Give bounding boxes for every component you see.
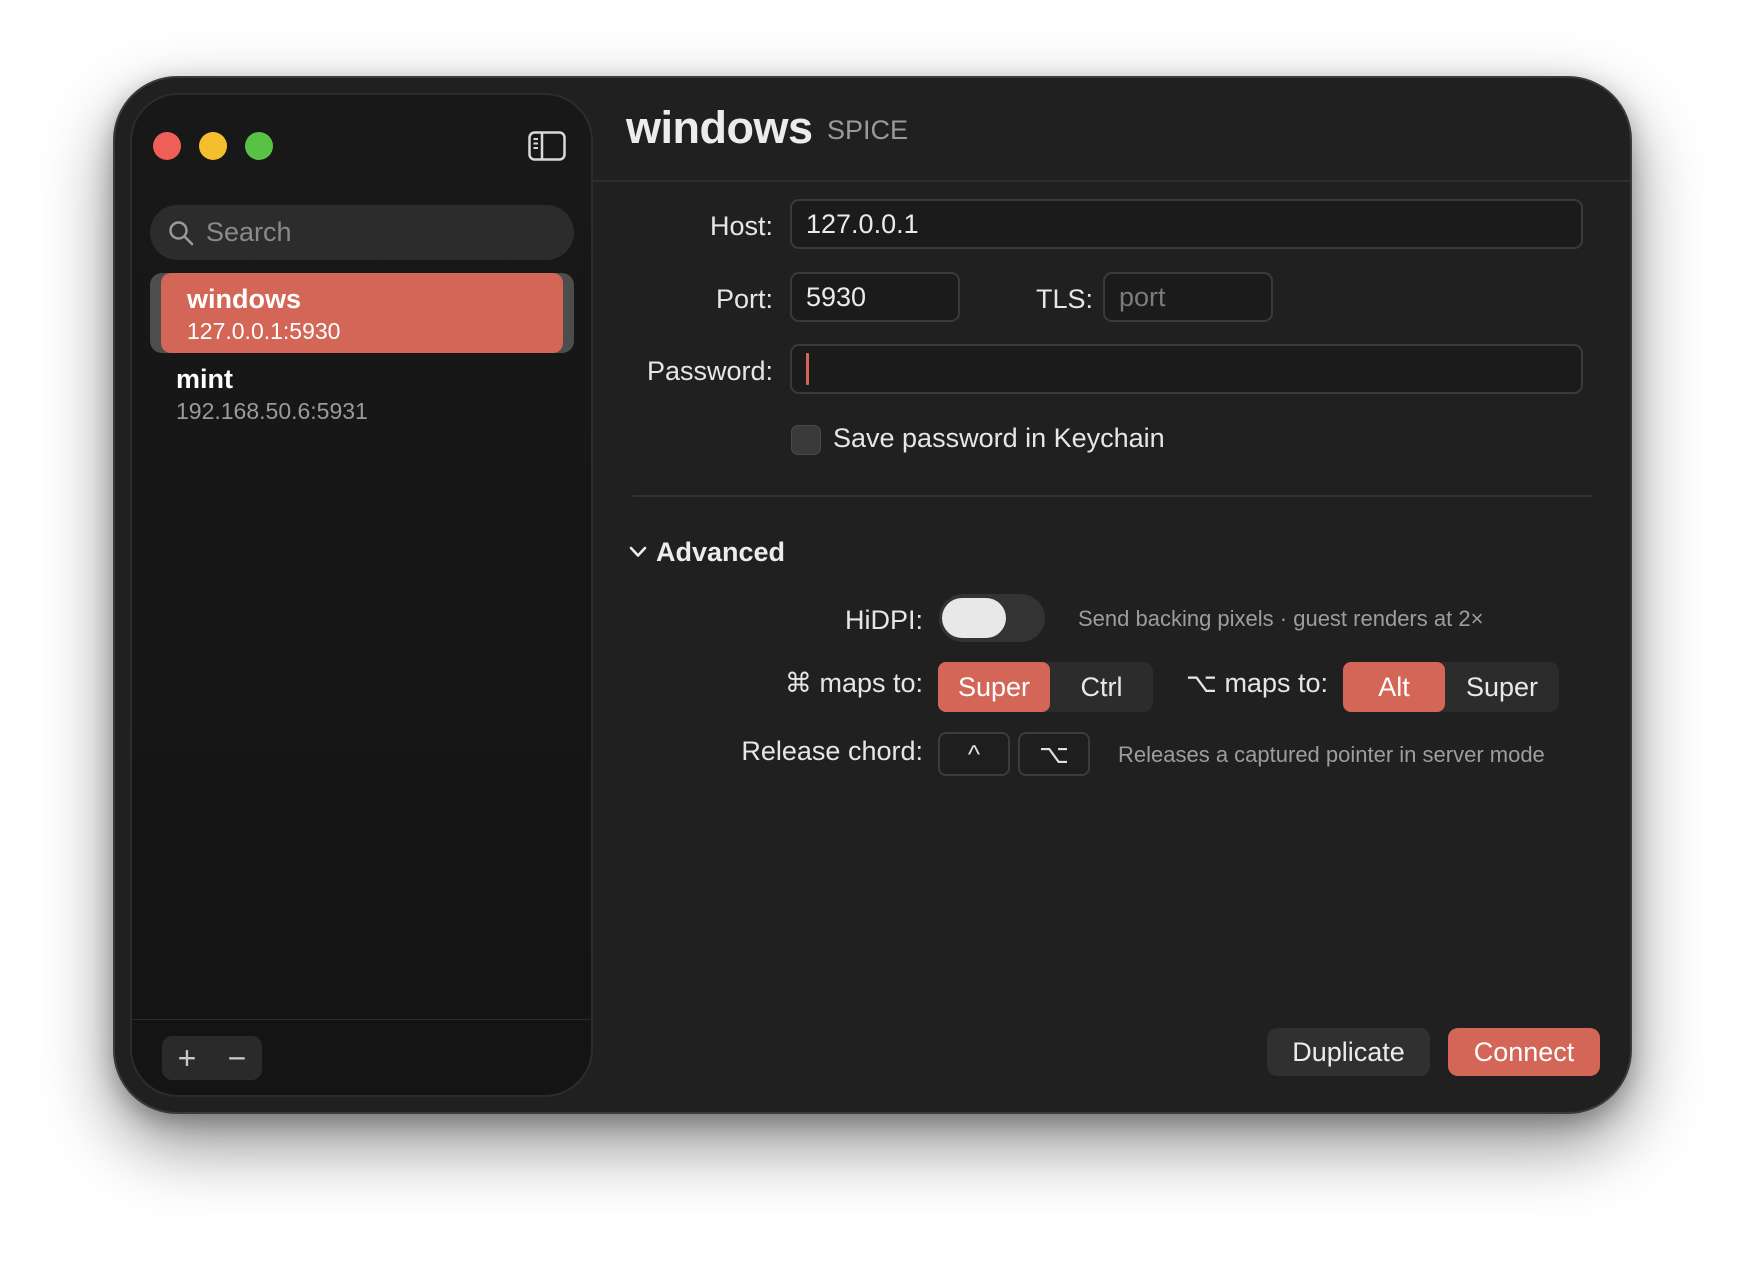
- host-label: Host:: [709, 211, 773, 241]
- save-keychain-label: Save password in Keychain: [833, 423, 1165, 453]
- remove-connection-button[interactable]: −: [212, 1036, 262, 1080]
- password-label: Password:: [646, 356, 773, 386]
- detail-pane: windows SPICE Host: 127.0.0.1 Port: 5930…: [593, 78, 1630, 1112]
- release-key-option[interactable]: ⌥: [1018, 732, 1090, 776]
- connection-address: 192.168.50.6:5931: [176, 398, 368, 424]
- connection-item-windows[interactable]: windows 127.0.0.1:5930: [150, 273, 574, 353]
- page-title: windows: [626, 102, 813, 153]
- sidebar-toggle-button[interactable]: [527, 130, 567, 162]
- release-chord-hint: Releases a captured pointer in server mo…: [1118, 742, 1545, 767]
- port-label: Port:: [715, 284, 773, 314]
- add-remove-group: + −: [162, 1036, 262, 1080]
- text-cursor: [806, 353, 809, 385]
- connection-name: windows: [187, 284, 301, 314]
- hidpi-toggle[interactable]: [939, 594, 1045, 642]
- section-divider: [633, 495, 1592, 497]
- cmd-ctrl-option[interactable]: Ctrl: [1050, 662, 1153, 712]
- add-connection-button[interactable]: +: [162, 1036, 212, 1080]
- toggle-knob: [942, 598, 1006, 638]
- close-window-button[interactable]: [153, 132, 181, 160]
- search-field[interactable]: [150, 205, 574, 260]
- save-keychain-checkbox[interactable]: [791, 425, 821, 455]
- port-field[interactable]: 5930: [790, 272, 960, 322]
- selection-highlight: windows 127.0.0.1:5930: [161, 273, 563, 353]
- opt-alt-option[interactable]: Alt: [1343, 662, 1445, 712]
- app-window: windows 127.0.0.1:5930 mint 192.168.50.6…: [113, 76, 1632, 1114]
- zoom-window-button[interactable]: [245, 132, 273, 160]
- sidebar-footer: + −: [132, 1019, 591, 1095]
- title-bar: windows SPICE: [593, 78, 1630, 182]
- minimize-window-button[interactable]: [199, 132, 227, 160]
- search-input[interactable]: [206, 217, 566, 248]
- sidebar-toggle-icon: [528, 131, 566, 161]
- advanced-disclosure[interactable]: Advanced: [628, 532, 785, 572]
- host-field[interactable]: 127.0.0.1: [790, 199, 1583, 249]
- opt-maps-label: ⌥ maps to:: [1185, 668, 1328, 698]
- cmd-super-option[interactable]: Super: [938, 662, 1050, 712]
- search-icon: [168, 219, 196, 247]
- hidpi-hint: Send backing pixels · guest renders at 2…: [1078, 606, 1484, 631]
- cmd-mapping-control: Super Ctrl: [938, 662, 1153, 712]
- password-field[interactable]: [790, 344, 1583, 394]
- hidpi-label: HiDPI:: [844, 605, 923, 635]
- release-chord-label: Release chord:: [741, 736, 923, 766]
- opt-mapping-control: Alt Super: [1343, 662, 1559, 712]
- connection-name: mint: [176, 364, 233, 394]
- sidebar: windows 127.0.0.1:5930 mint 192.168.50.6…: [130, 93, 593, 1097]
- tls-label: TLS:: [1035, 284, 1093, 314]
- duplicate-button[interactable]: Duplicate: [1267, 1028, 1430, 1076]
- chevron-down-icon: [628, 542, 648, 562]
- connect-button[interactable]: Connect: [1448, 1028, 1600, 1076]
- connection-item-mint[interactable]: mint 192.168.50.6:5931: [150, 353, 574, 433]
- connection-address: 127.0.0.1:5930: [187, 318, 341, 344]
- opt-super-option[interactable]: Super: [1445, 662, 1559, 712]
- advanced-title: Advanced: [656, 536, 786, 567]
- protocol-label: SPICE: [827, 115, 909, 145]
- release-key-control[interactable]: ^: [938, 732, 1010, 776]
- tls-port-field[interactable]: port: [1103, 272, 1273, 322]
- cmd-maps-label: ⌘ maps to:: [784, 668, 923, 698]
